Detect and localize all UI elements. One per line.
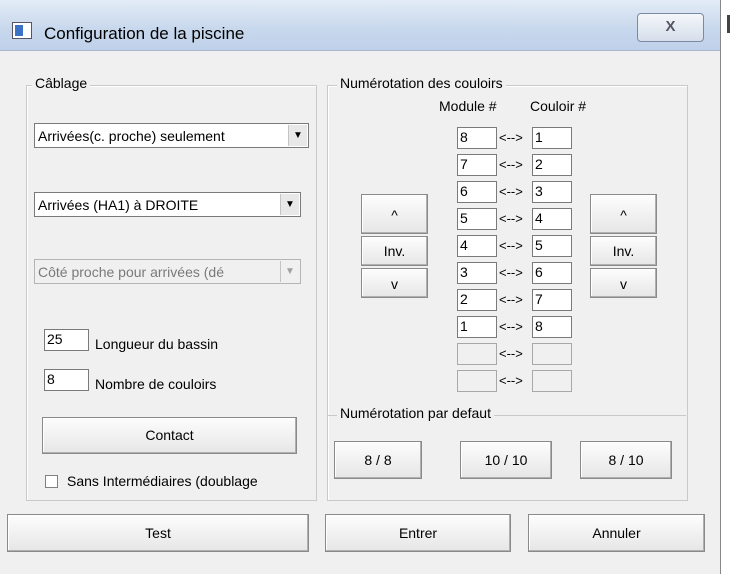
- mapping-separator: <-->: [499, 130, 523, 145]
- couloir-number-field[interactable]: 1: [532, 127, 572, 149]
- couloir-number-field: [532, 370, 572, 392]
- couloir-invert-button[interactable]: Inv.: [590, 236, 657, 266]
- chevron-down-icon: ▼: [280, 261, 299, 282]
- module-down-button[interactable]: v: [361, 268, 428, 298]
- couloir-number-field[interactable]: 5: [532, 235, 572, 257]
- couloir-down-button[interactable]: v: [590, 268, 657, 298]
- cancel-button[interactable]: Annuler: [528, 514, 705, 552]
- sans-intermediaires-checkbox[interactable]: [45, 475, 58, 488]
- module-number-field[interactable]: 2: [457, 289, 497, 311]
- close-icon: X: [665, 18, 676, 35]
- couloir-number-field[interactable]: 3: [532, 181, 572, 203]
- arrival-side-select[interactable]: Arrivées (HA1) à DROITE ▼: [34, 192, 301, 217]
- near-side-select: Côté proche pour arrivées (dé ▼: [34, 259, 301, 284]
- default-10-10-button[interactable]: 10 / 10: [460, 441, 552, 479]
- defaults-group-label: Numérotation par defaut: [337, 405, 494, 421]
- couloir-number-field[interactable]: 8: [532, 316, 572, 338]
- close-button[interactable]: X: [637, 13, 704, 42]
- cablage-mode-value: Arrivées(c. proche) seulement: [38, 128, 225, 144]
- chevron-down-icon[interactable]: ▼: [280, 194, 299, 215]
- pool-length-input[interactable]: 25: [44, 329, 89, 351]
- couloir-number-field[interactable]: 6: [532, 262, 572, 284]
- couloir-number-field[interactable]: 4: [532, 208, 572, 230]
- mapping-separator: <-->: [499, 238, 523, 253]
- module-column-header: Module #: [439, 98, 497, 114]
- module-number-field[interactable]: 3: [457, 262, 497, 284]
- module-number-field[interactable]: 4: [457, 235, 497, 257]
- module-number-field[interactable]: 8: [457, 127, 497, 149]
- pool-length-label: Longueur du bassin: [95, 336, 218, 352]
- window-edge: [720, 0, 731, 574]
- couloir-number-field[interactable]: 2: [532, 154, 572, 176]
- mapping-separator: <-->: [499, 373, 523, 388]
- couloir-column-header: Couloir #: [530, 98, 587, 114]
- numerotation-group-label: Numérotation des couloirs: [337, 75, 506, 91]
- mapping-separator: <-->: [499, 184, 523, 199]
- couloir-number-field[interactable]: 7: [532, 289, 572, 311]
- lane-mapping-grid: 8 <--> 1 7 <--> 2 6 <--> 3 5 <--> 4 4 <-…: [457, 127, 577, 397]
- module-number-field[interactable]: 5: [457, 208, 497, 230]
- mapping-separator: <-->: [499, 346, 523, 361]
- lane-count-input[interactable]: 8: [44, 369, 89, 391]
- module-number-field[interactable]: 1: [457, 316, 497, 338]
- sans-intermediaires-label: Sans Intermédiaires (doublage: [67, 473, 258, 489]
- lane-count-label: Nombre de couloirs: [95, 376, 217, 392]
- near-side-value: Côté proche pour arrivées (dé: [38, 264, 224, 280]
- default-8-10-button[interactable]: 8 / 10: [580, 441, 672, 479]
- cablage-group-label: Câblage: [32, 75, 91, 91]
- module-number-field[interactable]: 6: [457, 181, 497, 203]
- app-icon: [12, 22, 32, 39]
- chevron-down-icon[interactable]: ▼: [288, 125, 307, 146]
- mapping-separator: <-->: [499, 292, 523, 307]
- arrival-side-value: Arrivées (HA1) à DROITE: [38, 197, 199, 213]
- default-8-8-button[interactable]: 8 / 8: [334, 441, 422, 479]
- mapping-separator: <-->: [499, 319, 523, 334]
- module-invert-button[interactable]: Inv.: [361, 236, 428, 266]
- window-edge-mark: [727, 15, 730, 33]
- module-number-field: [457, 343, 497, 365]
- couloir-up-button[interactable]: ^: [590, 194, 657, 234]
- couloir-number-field: [532, 343, 572, 365]
- contact-button[interactable]: Contact: [42, 417, 297, 454]
- module-up-button[interactable]: ^: [361, 194, 428, 234]
- dialog-window: Configuration de la piscine X Câblage Ar…: [0, 0, 720, 574]
- cablage-mode-select[interactable]: Arrivées(c. proche) seulement ▼: [34, 123, 309, 148]
- mapping-separator: <-->: [499, 265, 523, 280]
- module-number-field[interactable]: 7: [457, 154, 497, 176]
- mapping-separator: <-->: [499, 211, 523, 226]
- window-title: Configuration de la piscine: [44, 24, 245, 43]
- test-button[interactable]: Test: [7, 514, 309, 552]
- title-bar[interactable]: Configuration de la piscine X: [0, 0, 720, 51]
- mapping-separator: <-->: [499, 157, 523, 172]
- enter-button[interactable]: Entrer: [325, 514, 511, 552]
- module-number-field: [457, 370, 497, 392]
